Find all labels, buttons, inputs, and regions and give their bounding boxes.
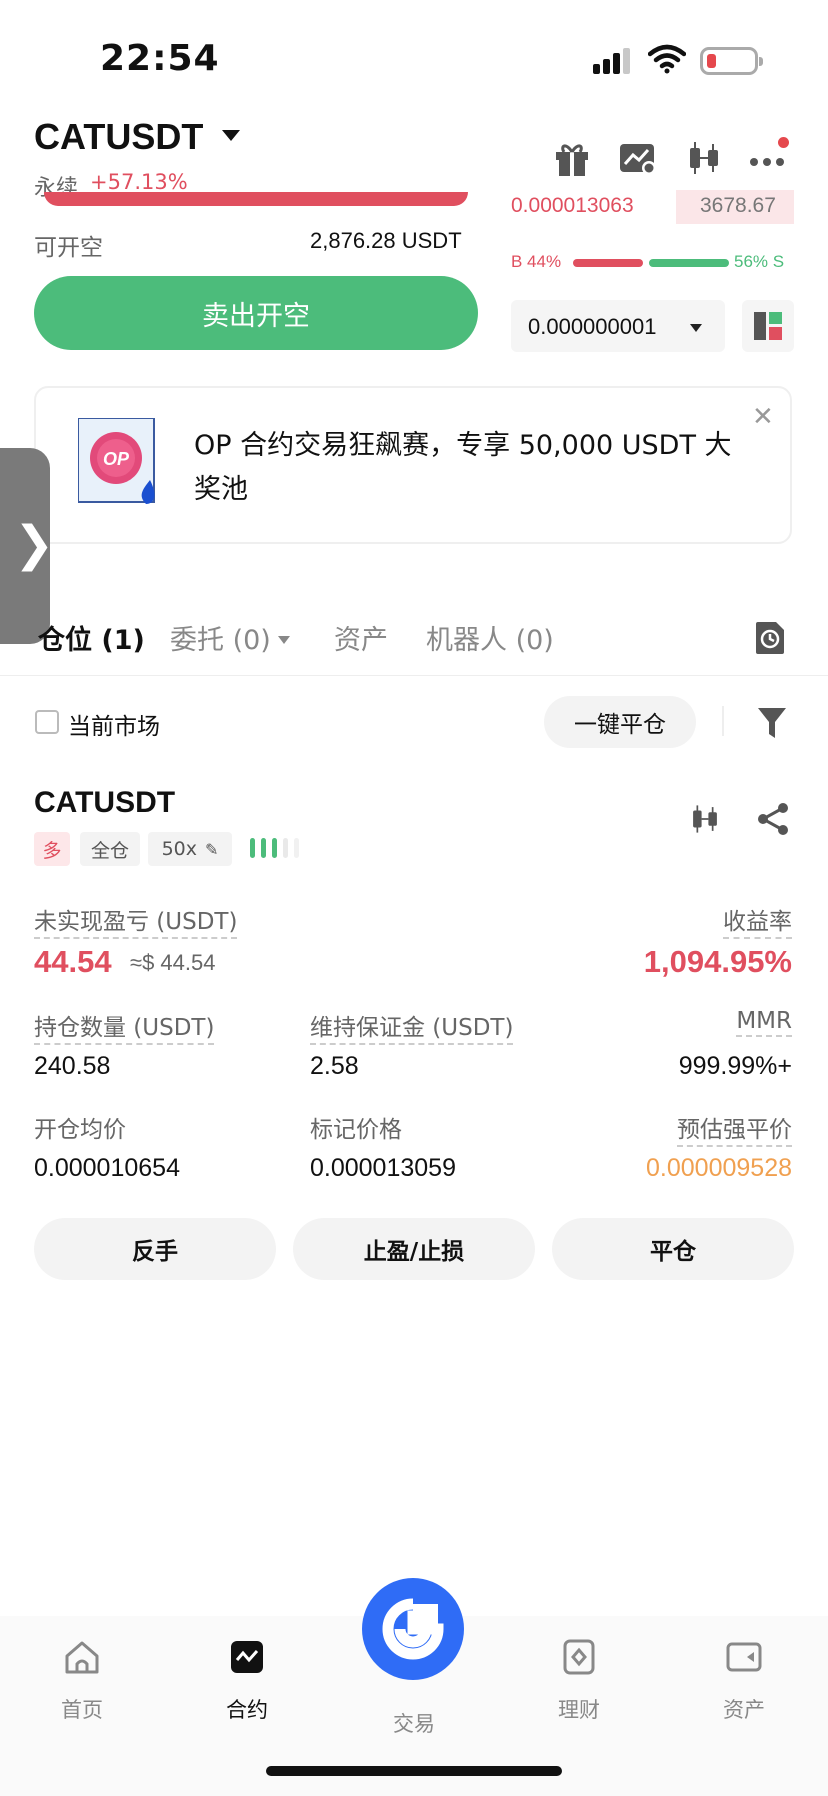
- close-icon[interactable]: ✕: [752, 402, 774, 432]
- margin-label[interactable]: 维持保证金 (USDT): [310, 1008, 514, 1045]
- sell-ratio: 56% S: [734, 252, 785, 271]
- tab-positions[interactable]: 仓位 (1): [38, 618, 145, 657]
- leverage-tag[interactable]: 50x ✎: [148, 832, 232, 866]
- position-pair[interactable]: CATUSDT: [34, 786, 175, 820]
- reverse-button[interactable]: 反手: [34, 1218, 276, 1280]
- futures-icon: [231, 1641, 263, 1673]
- liq-price-value: 0.000009528: [646, 1154, 792, 1182]
- margin-mode-tag: 全仓: [80, 832, 140, 866]
- unrealized-pnl-usd: ≈$ 44.54: [130, 950, 216, 975]
- tab-assets[interactable]: 资产: [334, 618, 388, 657]
- wifi-icon: [648, 44, 686, 74]
- price-change: +57.13%: [90, 170, 188, 194]
- chevron-down-icon: [690, 324, 702, 332]
- earn-icon: [563, 1639, 595, 1675]
- nav-label: 首页: [61, 1698, 103, 1722]
- chevron-down-icon[interactable]: [222, 130, 240, 141]
- leverage-value: 50x: [161, 838, 197, 860]
- nav-home[interactable]: 首页: [22, 1638, 142, 1724]
- margin-value: 2.58: [310, 1052, 359, 1080]
- unrealized-pnl-value: 44.54: [34, 944, 112, 979]
- close-all-button[interactable]: 一键平仓: [544, 696, 696, 748]
- status-time: 22:54: [100, 38, 220, 79]
- chevron-down-icon[interactable]: [278, 636, 290, 644]
- op-token-icon: OP: [78, 418, 155, 504]
- order-history-icon[interactable]: [754, 620, 786, 656]
- side-drawer-handle[interactable]: ❯: [0, 448, 54, 644]
- mmr-label[interactable]: MMR: [736, 1008, 792, 1037]
- orderbook-layout-button[interactable]: [742, 300, 794, 352]
- divider: [0, 675, 828, 676]
- liq-price-label[interactable]: 预估强平价: [677, 1110, 792, 1147]
- ask-price[interactable]: 0.000013063: [511, 194, 634, 218]
- gift-icon[interactable]: [552, 138, 592, 178]
- cellular-signal-icon: [593, 48, 630, 74]
- nav-label: 合约: [226, 1698, 268, 1722]
- buy-ratio: B 44%: [511, 252, 562, 271]
- size-value: 240.58: [34, 1052, 111, 1080]
- wallet-icon: [726, 1642, 762, 1672]
- trade-fab-button[interactable]: [362, 1578, 464, 1680]
- divider: [722, 706, 724, 736]
- current-market-label[interactable]: 当前市场: [68, 707, 160, 741]
- close-position-button[interactable]: 平仓: [552, 1218, 794, 1280]
- edit-icon: ✎: [205, 839, 219, 859]
- buy-ratio-bar: [573, 259, 643, 267]
- available-label: 可开空: [34, 235, 103, 261]
- banner-text: OP 合约交易狂飙赛，专享 50,000 USDT 大奖池: [194, 430, 732, 505]
- battery-icon: [700, 47, 763, 75]
- unrealized-pnl-label[interactable]: 未实现盈亏 (USDT): [34, 902, 238, 939]
- home-icon: [65, 1641, 99, 1674]
- ask-qty: 3678.67: [700, 194, 776, 217]
- sell-ratio-bar: [649, 259, 729, 267]
- tab-orders[interactable]: 委托 (0): [170, 618, 271, 657]
- available-value: 2,876.28 USDT: [310, 228, 462, 253]
- nav-futures[interactable]: 合约: [187, 1638, 307, 1724]
- nav-earn[interactable]: 理财: [519, 1638, 639, 1724]
- nav-label: 交易: [393, 1712, 435, 1736]
- mark-price-label: 标记价格: [310, 1117, 402, 1143]
- mark-price-value: 0.000013059: [310, 1154, 456, 1182]
- nav-trade-label[interactable]: 交易: [354, 1708, 474, 1738]
- entry-price-value: 0.000010654: [34, 1154, 180, 1182]
- pair-selector[interactable]: CATUSDT: [34, 116, 203, 158]
- notification-dot: [778, 137, 789, 148]
- roe-value: 1,094.95%: [643, 944, 792, 979]
- chart-settings-icon[interactable]: [618, 138, 658, 178]
- gate-logo-icon: [382, 1598, 444, 1660]
- nav-label: 理财: [558, 1698, 600, 1722]
- home-indicator: [266, 1766, 562, 1776]
- sell-slider-bar: [44, 192, 468, 206]
- op-logo-text: OP: [103, 449, 130, 469]
- mmr-value: 999.99%+: [678, 1052, 792, 1080]
- chevron-right-icon: ❯: [14, 516, 55, 572]
- nav-assets[interactable]: 资产: [684, 1638, 804, 1724]
- roe-label[interactable]: 收益率: [723, 902, 792, 939]
- tpsl-button[interactable]: 止盈/止损: [293, 1218, 535, 1280]
- side-tag: 多: [34, 832, 70, 866]
- size-label[interactable]: 持仓数量 (USDT): [34, 1008, 215, 1045]
- current-market-checkbox[interactable]: [35, 710, 59, 734]
- candlestick-icon[interactable]: [688, 802, 722, 836]
- sell-open-short-button[interactable]: 卖出开空: [34, 276, 478, 350]
- candlestick-icon[interactable]: [684, 138, 724, 178]
- entry-price-label: 开仓均价: [34, 1117, 126, 1143]
- share-icon[interactable]: [756, 802, 790, 836]
- layout-icon: [754, 312, 782, 340]
- filter-icon[interactable]: [756, 706, 788, 740]
- depth-precision-value: 0.000000001: [528, 314, 657, 339]
- tab-bots[interactable]: 机器人 (0): [426, 618, 554, 657]
- nav-label: 资产: [723, 1698, 765, 1722]
